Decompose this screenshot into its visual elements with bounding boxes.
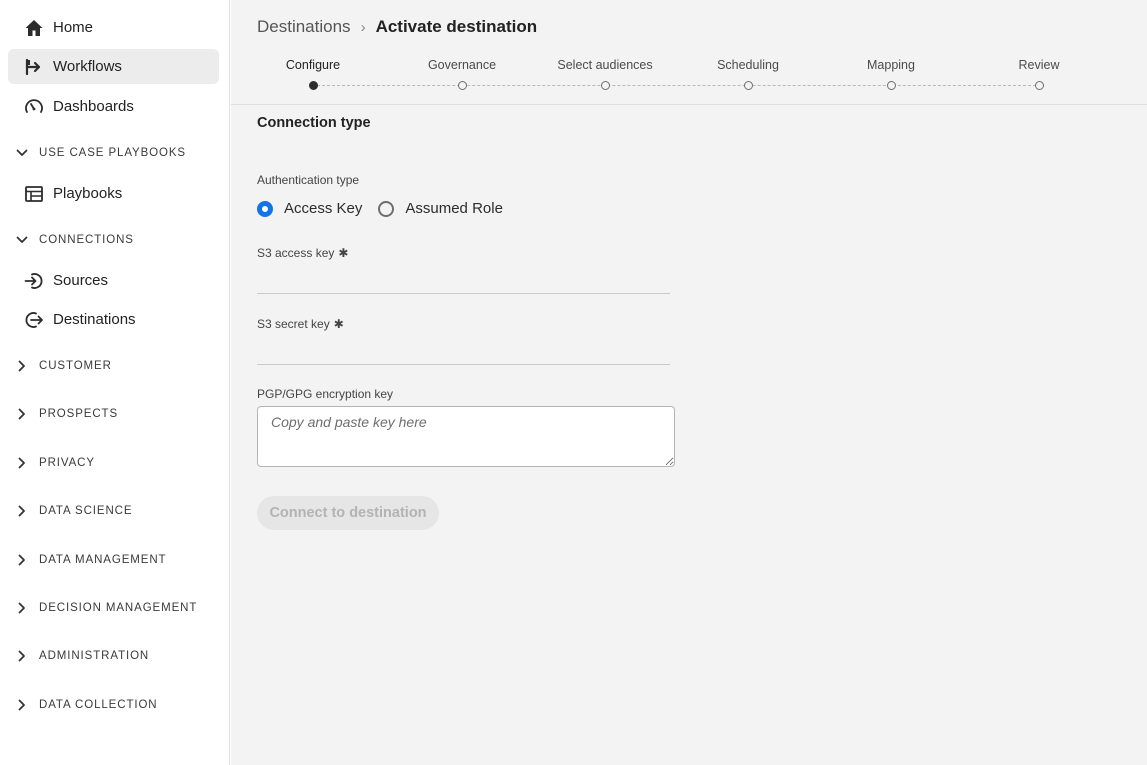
section-label: PRIVACY (39, 457, 95, 469)
radio-access-key[interactable] (257, 200, 273, 217)
section-label: DATA SCIENCE (39, 505, 133, 517)
step-marker (886, 81, 896, 90)
breadcrumb-destinations-link[interactable]: Destinations (257, 17, 351, 37)
connection-form: Connection type Authentication type Acce… (257, 115, 897, 530)
section-data-management[interactable]: DATA MANAGEMENT (16, 554, 166, 566)
step-label: Mapping (867, 58, 915, 72)
step-marker (743, 81, 753, 90)
section-label: CUSTOMER (39, 360, 112, 372)
label-text: PGP/GPG encryption key (257, 387, 394, 401)
section-label: DATA COLLECTION (39, 699, 158, 711)
chevron-down-icon (16, 147, 28, 159)
chevron-right-icon (16, 699, 28, 711)
sidebar-item-sources[interactable]: Sources (8, 263, 219, 298)
sidebar-item-label: Playbooks (53, 185, 123, 202)
section-label: USE CASE PLAYBOOKS (39, 147, 187, 159)
chevron-down-icon (16, 234, 28, 246)
page-title: Activate destination (375, 17, 538, 36)
step-marker (457, 81, 467, 90)
section-customer[interactable]: CUSTOMER (16, 360, 112, 372)
section-use-case-playbooks[interactable]: USE CASE PLAYBOOKS (16, 147, 186, 159)
section-label: PROSPECTS (39, 408, 119, 420)
s3-access-key-input[interactable] (257, 264, 670, 294)
chevron-right-icon (16, 360, 28, 372)
section-administration[interactable]: ADMINISTRATION (16, 650, 149, 662)
sidebar-item-label: Destinations (53, 311, 136, 328)
chevron-right-icon (16, 554, 28, 566)
main-content: Destinations › Activate destination Conf… (231, 0, 1147, 765)
home-icon (24, 18, 44, 38)
label-text: S3 access key (257, 246, 335, 260)
section-data-science[interactable]: DATA SCIENCE (16, 505, 132, 517)
step-label: Review (1018, 58, 1060, 72)
sidebar-item-destinations[interactable]: Destinations (8, 302, 219, 337)
sidebar-item-label: Dashboards (53, 98, 134, 115)
dashboard-gauge-icon (24, 97, 44, 117)
radio-label-assumed-role[interactable]: Assumed Role (405, 200, 503, 217)
auth-type-radio-group: Access Key Assumed Role (257, 200, 897, 217)
sidebar-item-home[interactable]: Home (8, 10, 219, 45)
step-label: Select audiences (557, 58, 653, 72)
step-label: Scheduling (717, 58, 779, 72)
radio-assumed-role[interactable] (378, 200, 395, 217)
encryption-key-textarea[interactable] (257, 406, 675, 467)
section-label: DECISION MANAGEMENT (39, 602, 198, 614)
chevron-right-icon: › (360, 18, 366, 36)
section-label: ADMINISTRATION (39, 650, 150, 662)
section-label: CONNECTIONS (39, 234, 134, 246)
step-mapping[interactable]: Mapping (821, 55, 961, 90)
label-text: S3 secret key (257, 317, 330, 331)
required-asterisk-icon: ✱ (338, 246, 349, 260)
sidebar-item-label: Sources (53, 272, 109, 289)
wizard-stepper: Configure Governance Select audiences Sc… (231, 55, 1147, 105)
sidebar-item-dashboards[interactable]: Dashboards (8, 89, 219, 124)
step-marker (1034, 81, 1044, 90)
encryption-key-label: PGP/GPG encryption key (257, 387, 897, 401)
logout-arrow-icon (24, 310, 44, 330)
sidebar-item-label: Home (53, 19, 94, 36)
step-label: Configure (285, 58, 341, 72)
auth-type-label: Authentication type (257, 173, 897, 187)
step-configure[interactable]: Configure (243, 55, 383, 90)
sidebar-item-workflows[interactable]: Workflows (8, 49, 219, 84)
section-title: Connection type (257, 115, 371, 131)
s3-access-key-label: S3 access key ✱ (257, 246, 897, 260)
connect-to-destination-button[interactable]: Connect to destination (257, 496, 439, 530)
section-decision-management[interactable]: DECISION MANAGEMENT (16, 602, 197, 614)
breadcrumb: Destinations › Activate destination (257, 17, 537, 37)
section-data-collection[interactable]: DATA COLLECTION (16, 699, 158, 711)
radio-label-access-key[interactable]: Access Key (284, 200, 362, 217)
chevron-right-icon (16, 650, 28, 662)
s3-secret-key-input[interactable] (257, 335, 670, 365)
section-label: DATA MANAGEMENT (39, 554, 167, 566)
chevron-right-icon (16, 602, 28, 614)
sidebar: Home Workflows Dashboards USE CASE PLAYB… (0, 0, 230, 765)
stepper-track (317, 85, 1041, 86)
step-review[interactable]: Review (969, 55, 1109, 90)
s3-secret-key-label: S3 secret key ✱ (257, 317, 897, 331)
step-governance[interactable]: Governance (392, 55, 532, 90)
chevron-right-icon (16, 505, 28, 517)
required-asterisk-icon: ✱ (333, 317, 344, 331)
workflows-icon (24, 57, 44, 77)
step-label: Governance (427, 58, 497, 72)
sidebar-item-playbooks[interactable]: Playbooks (8, 176, 219, 211)
step-select-audiences[interactable]: Select audiences (535, 55, 675, 90)
chevron-right-icon (16, 457, 28, 469)
step-marker (308, 81, 318, 90)
chevron-right-icon (16, 408, 28, 420)
sidebar-item-label: Workflows (53, 58, 122, 75)
table-icon (24, 184, 44, 204)
section-connections[interactable]: CONNECTIONS (16, 234, 134, 246)
step-scheduling[interactable]: Scheduling (678, 55, 818, 90)
login-arrow-icon (24, 271, 44, 291)
section-privacy[interactable]: PRIVACY (16, 457, 95, 469)
step-marker (600, 81, 610, 90)
label-text: Authentication type (257, 173, 360, 187)
section-prospects[interactable]: PROSPECTS (16, 408, 118, 420)
